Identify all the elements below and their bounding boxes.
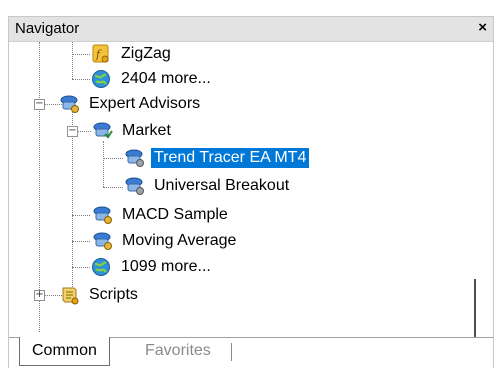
tab-favorites[interactable]: Favorites bbox=[133, 337, 223, 365]
tree-item-universal-breakout[interactable]: Universal Breakout bbox=[124, 174, 292, 198]
indicator-icon: f bbox=[91, 44, 111, 64]
tab-common[interactable]: Common bbox=[19, 337, 110, 366]
tree-line bbox=[72, 267, 90, 268]
market-icon bbox=[92, 121, 113, 141]
tree-item-market[interactable]: Market bbox=[92, 119, 174, 143]
title-bar[interactable]: Navigator × bbox=[9, 17, 493, 42]
tree-item-label: Universal Breakout bbox=[154, 177, 290, 194]
collapse-toggle[interactable]: − bbox=[67, 126, 78, 137]
tree-line bbox=[72, 241, 90, 242]
tree-item-label: Moving Average bbox=[122, 232, 237, 249]
close-button[interactable]: × bbox=[478, 19, 487, 36]
vertical-scrollbar[interactable] bbox=[474, 279, 476, 337]
tree-item-label: MACD Sample bbox=[122, 206, 228, 223]
tree-line bbox=[72, 54, 90, 55]
expert-advisor-icon bbox=[124, 176, 144, 196]
tree-line bbox=[72, 215, 90, 216]
tree-item-more-indicators[interactable]: 2404 more... bbox=[91, 67, 214, 91]
tree-item-zigzag[interactable]: f ZigZag bbox=[91, 42, 174, 66]
tree-item-moving-average[interactable]: Moving Average bbox=[92, 229, 239, 253]
expert-advisor-icon bbox=[92, 231, 112, 251]
expand-toggle[interactable]: + bbox=[34, 290, 45, 301]
tree-item-label: ZigZag bbox=[121, 45, 171, 62]
tree-item-label: Market bbox=[122, 122, 171, 139]
globe-icon bbox=[91, 69, 111, 89]
tree-item-more-experts[interactable]: 1099 more... bbox=[91, 255, 214, 279]
tree-item-label: 2404 more... bbox=[121, 70, 211, 87]
tree-item-label: Trend Tracer EA MT4 bbox=[151, 148, 310, 168]
tree-item-label: 1099 more... bbox=[121, 258, 211, 275]
navigator-tree: − − + f ZigZag 2404 more... Expert Advis… bbox=[9, 42, 493, 337]
expert-advisor-icon bbox=[59, 94, 79, 114]
tree-item-label: Expert Advisors bbox=[89, 95, 201, 112]
tree-line bbox=[103, 187, 123, 188]
tree-line bbox=[72, 42, 73, 79]
tab-separator bbox=[231, 343, 232, 361]
tree-item-trend-tracer[interactable]: Trend Tracer EA MT4 bbox=[124, 146, 310, 170]
collapse-toggle[interactable]: − bbox=[34, 99, 45, 110]
tree-item-scripts[interactable]: Scripts bbox=[59, 283, 141, 307]
tree-line bbox=[77, 131, 91, 132]
tab-bar: Common Favorites bbox=[9, 337, 493, 368]
tree-line bbox=[103, 158, 123, 159]
scripts-icon bbox=[59, 285, 79, 305]
tree-item-label: Scripts bbox=[89, 286, 138, 303]
globe-icon bbox=[91, 257, 111, 277]
tree-item-macd-sample[interactable]: MACD Sample bbox=[92, 203, 231, 227]
expert-advisor-icon bbox=[124, 148, 144, 168]
expert-advisor-icon bbox=[92, 205, 112, 225]
tree-line bbox=[103, 141, 104, 187]
tree-item-expert-advisors[interactable]: Expert Advisors bbox=[59, 92, 203, 116]
panel-title: Navigator bbox=[15, 20, 80, 37]
navigator-panel: Navigator × − − + f ZigZag 2404 more... … bbox=[8, 16, 494, 368]
tree-line bbox=[72, 79, 90, 80]
